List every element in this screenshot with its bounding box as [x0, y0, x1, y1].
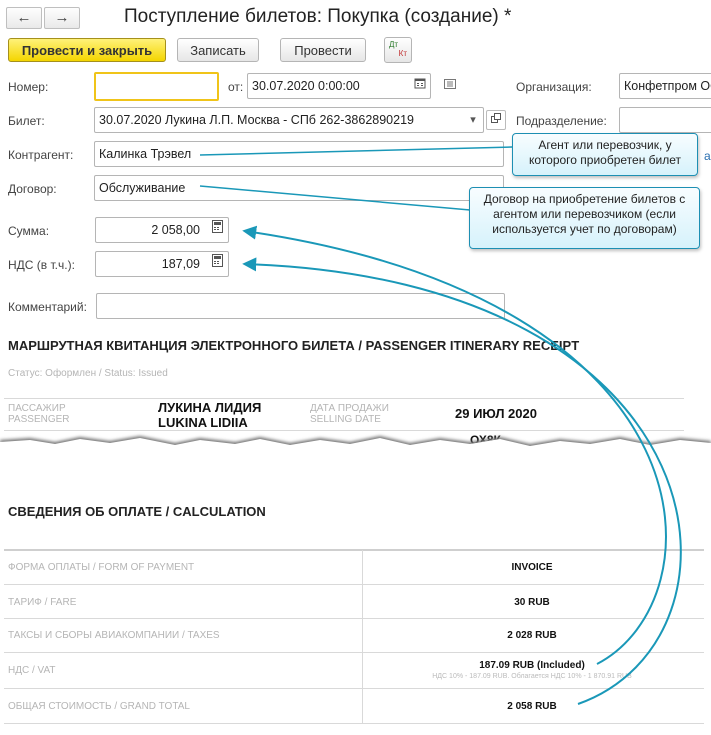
divider — [4, 688, 704, 689]
date-input[interactable]: 30.07.2020 0:00:00 — [247, 73, 431, 99]
sum-label: Сумма: — [8, 224, 50, 238]
number-label: Номер: — [8, 80, 49, 94]
agent-callout: Агент или перевозчик, у которого приобре… — [512, 133, 698, 176]
contract-value: Обслуживание — [99, 181, 186, 195]
dt-kt-button[interactable]: Дт Кт — [384, 37, 412, 63]
forward-button[interactable]: → — [44, 7, 80, 29]
dt-label: Дт — [389, 40, 399, 49]
comment-label: Комментарий: — [8, 300, 87, 314]
passenger-label-ru: ПАССАЖИР — [8, 403, 66, 414]
divider — [4, 584, 704, 585]
ticket-value: 30.07.2020 Лукина Л.П. Москва - СПб 262-… — [99, 113, 414, 127]
post-button[interactable]: Провести — [280, 38, 366, 62]
divider — [4, 398, 684, 399]
back-button[interactable]: ← — [6, 7, 42, 29]
list-icon[interactable] — [440, 76, 460, 96]
vat-row-value: 187.09 RUB (Included) — [479, 660, 585, 671]
vat-row-label: НДС / VAT — [8, 665, 56, 676]
number-input[interactable] — [94, 72, 219, 101]
contract-label: Договор: — [8, 182, 57, 196]
window-title: Поступление билетов: Покупка (создание) … — [124, 6, 512, 27]
passenger-name-ru: ЛУКИНА ЛИДИЯ — [158, 400, 262, 415]
calc-heading: СВЕДЕНИЯ ОБ ОПЛАТЕ / CALCULATION — [8, 504, 266, 519]
sum-value: 2 058,00 — [151, 223, 200, 237]
vat-row-note: НДС 10% - 187.09 RUB. Облагается НДС 10%… — [432, 673, 632, 680]
sale-date-value: 29 ИЮЛ 2020 — [455, 406, 537, 421]
divider — [4, 618, 704, 619]
divider — [4, 652, 704, 653]
dropdown-arrow-icon[interactable]: ▾ — [463, 110, 483, 130]
organization-label: Организация: — [516, 80, 592, 94]
payment-form-value: INVOICE — [511, 562, 553, 573]
organization-input[interactable]: Конфетпром ОО — [619, 73, 711, 99]
divider — [4, 549, 704, 551]
taxes-value: 2 028 RUB — [507, 630, 557, 641]
contract-input[interactable]: Обслуживание — [94, 175, 504, 201]
subdivision-label: Подразделение: — [516, 114, 607, 128]
passenger-label-en: PASSENGER — [8, 414, 70, 425]
save-button[interactable]: Записать — [177, 38, 259, 62]
grand-total-value: 2 058 RUB — [507, 701, 557, 712]
grand-total-label: ОБЩАЯ СТОИМОСТЬ / GRAND TOTAL — [8, 701, 190, 712]
open-icon[interactable] — [486, 110, 506, 130]
kt-label: Кт — [398, 49, 407, 58]
contract-callout: Договор на приобретение билетов с агенто… — [469, 187, 700, 249]
sale-date-label-en: SELLING DATE — [310, 414, 381, 425]
divider — [4, 723, 704, 724]
counterparty-label: Контрагент: — [8, 148, 74, 162]
fare-label: ТАРИФ / FARE — [8, 597, 77, 608]
date-value: 30.07.2020 0:00:00 — [252, 79, 360, 93]
counterparty-value: Калинка Трэвел — [99, 147, 192, 161]
vat-label: НДС (в т.ч.): — [8, 258, 75, 272]
ticket-label: Билет: — [8, 114, 45, 128]
calculator-icon[interactable] — [207, 220, 227, 240]
fare-value: 30 RUB — [514, 597, 550, 608]
calendar-icon[interactable] — [410, 76, 430, 96]
dt-kt-icon: Дт Кт — [385, 40, 411, 58]
sale-date-label-ru: ДАТА ПРОДАЖИ — [310, 403, 389, 414]
post-and-close-button[interactable]: Провести и закрыть — [8, 38, 166, 62]
taxes-label: ТАКСЫ И СБОРЫ АВИАКОМПАНИИ / TAXES — [8, 630, 220, 641]
receipt-heading: МАРШРУТНАЯ КВИТАНЦИЯ ЭЛЕКТРОННОГО БИЛЕТА… — [8, 338, 580, 353]
calculator-icon[interactable] — [207, 254, 227, 274]
vat-value: 187,09 — [161, 257, 200, 271]
date-label: от: — [228, 80, 244, 94]
subdivision-input[interactable] — [619, 107, 711, 133]
payment-form-label: ФОРМА ОПЛАТЫ / FORM OF PAYMENT — [8, 562, 195, 573]
comment-input[interactable] — [96, 293, 505, 319]
cut-link[interactable]: а — [704, 149, 711, 163]
ticket-input[interactable]: 30.07.2020 Лукина Л.П. Москва - СПб 262-… — [94, 107, 484, 133]
torn-edge — [0, 436, 711, 458]
receipt-status: Статус: Оформлен / Status: Issued — [8, 368, 168, 379]
counterparty-input[interactable]: Калинка Трэвел — [94, 141, 504, 167]
